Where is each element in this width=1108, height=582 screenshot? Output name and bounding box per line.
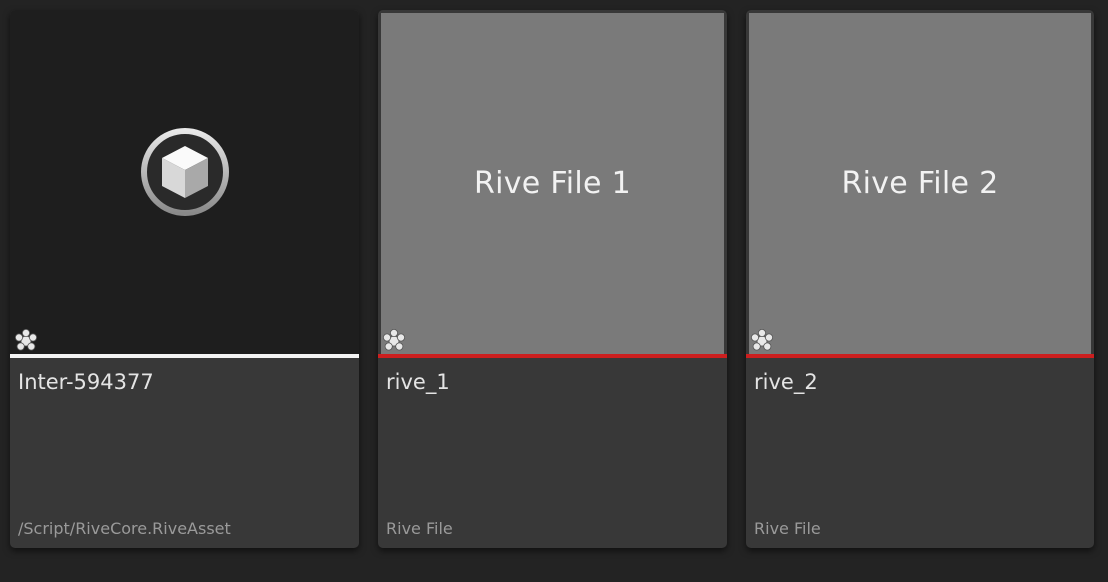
asset-thumbnail[interactable] xyxy=(10,10,359,354)
asset-thumbnail[interactable]: Rive File 2 xyxy=(749,13,1091,354)
asset-type-label: Rive File xyxy=(754,519,821,538)
asset-tile-rive-2[interactable]: Rive File 2 rive_2 Rive File xyxy=(746,10,1094,548)
asterisk-badge-icon xyxy=(751,329,773,351)
asset-tile-inter[interactable]: Inter-594377 /Script/RiveCore.RiveAsset xyxy=(10,10,359,548)
cube-icon xyxy=(140,128,229,216)
asset-type-color-bar xyxy=(746,354,1094,358)
asset-type-label: /Script/RiveCore.RiveAsset xyxy=(18,519,231,538)
asset-name: rive_2 xyxy=(754,370,818,394)
asset-type-color-bar xyxy=(378,354,727,358)
asset-type-label: Rive File xyxy=(386,519,453,538)
asterisk-badge-icon xyxy=(15,329,37,351)
asterisk-badge-icon xyxy=(383,329,405,351)
asset-tile-rive-1[interactable]: Rive File 1 rive_1 Rive File xyxy=(378,10,727,548)
content-browser-grid: Inter-594377 /Script/RiveCore.RiveAsset … xyxy=(0,0,1108,582)
asset-name: rive_1 xyxy=(386,370,450,394)
thumbnail-title: Rive File 1 xyxy=(473,166,632,201)
asset-type-color-bar xyxy=(10,354,359,358)
asset-name: Inter-594377 xyxy=(18,370,154,394)
thumbnail-title: Rive File 2 xyxy=(841,166,999,201)
asset-thumbnail[interactable]: Rive File 1 xyxy=(381,13,724,354)
